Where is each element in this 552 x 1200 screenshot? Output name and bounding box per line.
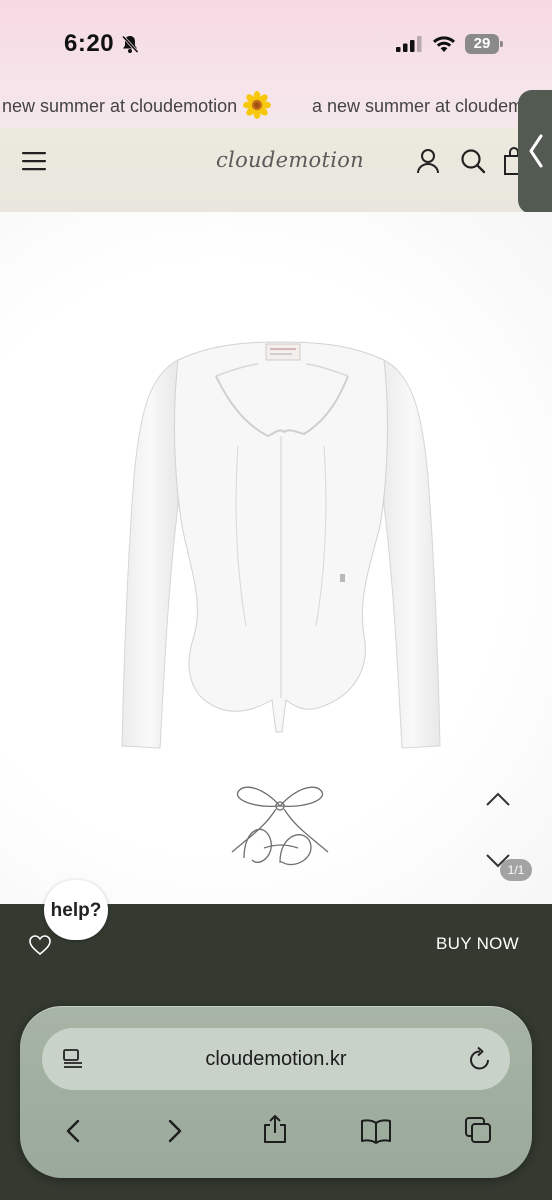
tabs-icon[interactable]: [464, 1116, 492, 1144]
share-icon[interactable]: [262, 1114, 288, 1144]
white-shirt-image[interactable]: [118, 336, 444, 756]
bow-logo-sketch: [231, 786, 329, 866]
reload-icon[interactable]: [468, 1046, 492, 1072]
slide-counter: 1/1: [500, 859, 532, 881]
flower-icon: [243, 91, 271, 119]
brand-logo[interactable]: cloudemotion: [216, 148, 364, 172]
battery-tip: [500, 41, 503, 47]
battery-icon: 29: [465, 34, 503, 54]
chevron-up-icon[interactable]: [484, 790, 512, 808]
announcement-text: new summer at cloudemotion: [2, 96, 238, 116]
search-icon[interactable]: [460, 148, 486, 174]
menu-icon[interactable]: [22, 150, 48, 172]
status-time: 6:20: [64, 30, 115, 57]
bell-off-icon: [121, 35, 139, 54]
site-header: cloudemotion: [0, 128, 552, 212]
forward-icon[interactable]: [164, 1118, 186, 1144]
heart-icon[interactable]: [28, 934, 52, 956]
battery-level: 29: [473, 35, 491, 52]
address-bar[interactable]: cloudemotion.kr: [42, 1028, 510, 1090]
url-text: cloudemotion.kr: [205, 1048, 347, 1070]
browser-toolbar: cloudemotion.kr: [20, 1006, 532, 1178]
cellular-signal-icon: [396, 36, 422, 52]
chevron-left-icon: [529, 134, 543, 168]
back-icon[interactable]: [62, 1118, 84, 1144]
side-drawer-tab[interactable]: [518, 90, 552, 214]
announcement-bar[interactable]: new summer at cloudemotion a new summer …: [0, 88, 552, 128]
help-label: help?: [50, 900, 102, 921]
wifi-icon: [433, 36, 455, 52]
bookmarks-icon[interactable]: [360, 1118, 392, 1144]
help-button[interactable]: help?: [44, 880, 108, 940]
status-bar: 6:20 29: [0, 0, 552, 88]
user-icon[interactable]: [416, 148, 440, 174]
buy-now-button[interactable]: BUY NOW: [436, 934, 519, 954]
product-gallery[interactable]: 1/1: [0, 212, 552, 904]
announcement-text-repeat: a new summer at cloudem: [312, 96, 524, 116]
